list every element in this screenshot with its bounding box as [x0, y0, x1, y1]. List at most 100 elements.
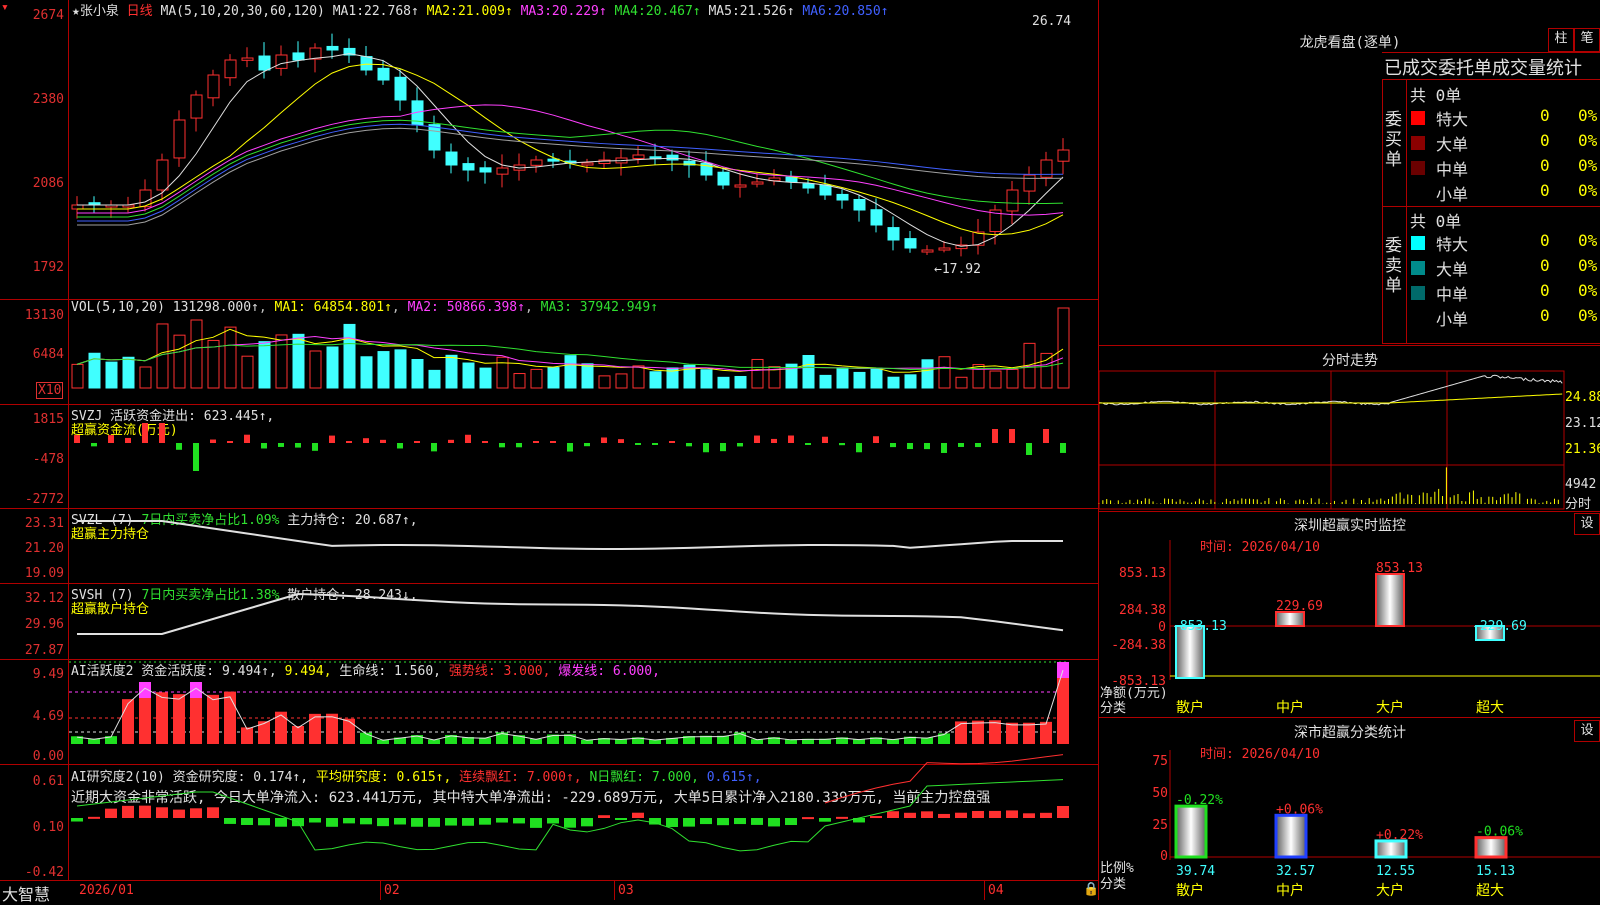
research-bar	[887, 811, 899, 818]
buy-row-pct: 0%	[1578, 106, 1598, 125]
sell-row-name: 特大	[1436, 235, 1469, 254]
ratio-bar-chart[interactable]: -0.22% 39.74 散户 +0.06% 32.57 中户 +0.22% 12.55 大户 -…	[1169, 750, 1600, 900]
ai-research-chart[interactable]	[69, 754, 1098, 880]
volume-bar	[717, 376, 730, 389]
y-tick: 24.88	[1565, 390, 1600, 405]
volume-bar	[938, 356, 951, 389]
research-bar	[598, 815, 610, 818]
fund-flow-chart[interactable]	[69, 405, 1098, 508]
volume-bar	[564, 355, 577, 389]
research-bar	[666, 818, 678, 827]
research-bar	[241, 818, 253, 825]
y-tick: 1815	[32, 412, 64, 427]
net-amount-bar-chart[interactable]: -853.13 散户 229.69 中户 853.13 大户 -229.69 超大	[1169, 540, 1600, 720]
research-bar	[1040, 812, 1052, 818]
research-bar	[377, 818, 389, 827]
research-bar	[88, 816, 100, 819]
candle-body	[394, 76, 407, 101]
ratio-bar	[1174, 804, 1208, 859]
research-bar	[632, 812, 644, 818]
candle-body	[938, 247, 951, 251]
candle-body	[904, 238, 917, 249]
sell-swatch	[1411, 261, 1425, 275]
flow-bar	[380, 439, 386, 443]
x-tick-month: 02	[384, 883, 400, 898]
stat-settings-button[interactable]: 设	[1574, 720, 1600, 742]
volume-bar	[581, 363, 594, 389]
category-label: 大户	[1376, 882, 1404, 899]
volume-bar	[343, 323, 356, 389]
ratio-bar	[1474, 836, 1508, 859]
ratio-label: 32.57	[1276, 864, 1315, 879]
intraday-chart[interactable]	[1098, 370, 1565, 510]
research-bar	[921, 811, 933, 818]
volume-bar	[241, 355, 254, 389]
y-tick: 284.38	[1119, 603, 1166, 618]
burst-cap	[190, 682, 202, 698]
flow-bar	[958, 443, 964, 447]
tab-filled[interactable]: 已成交	[1384, 58, 1438, 79]
candle-body	[479, 167, 492, 173]
y-tick: -2772	[24, 492, 64, 507]
volume-chart[interactable]	[69, 300, 1098, 404]
volume-bar	[751, 358, 764, 389]
flow-bar	[295, 443, 301, 448]
volume-bar	[462, 362, 475, 389]
research-bar	[972, 810, 984, 818]
research-bar	[105, 808, 117, 818]
research-bar	[173, 809, 185, 818]
ai-activity-chart[interactable]	[69, 660, 1098, 764]
volume-bar	[292, 333, 305, 389]
volume-bar	[734, 375, 747, 389]
research-bar	[1006, 810, 1018, 818]
research-bar	[71, 818, 83, 822]
research-bar	[496, 818, 508, 823]
buy-row-name: 特大	[1436, 110, 1469, 129]
intraday-title: 分时走势	[1322, 353, 1378, 369]
volume-bar	[428, 369, 441, 389]
category-label: 中户	[1276, 699, 1304, 716]
volume-bar	[105, 361, 118, 389]
buy-row-name: 小单	[1436, 185, 1469, 204]
y-tick: -478	[32, 452, 64, 467]
sell-row-value: 0	[1540, 231, 1550, 250]
research-bar	[428, 818, 440, 827]
bar-label: -229.69	[1472, 619, 1527, 634]
flow-bar	[720, 443, 726, 452]
activity-bar	[241, 727, 253, 744]
research-bar	[530, 818, 542, 828]
ratio-bar	[1374, 839, 1408, 859]
research-bar	[802, 817, 814, 820]
candle-body	[666, 154, 679, 161]
flow-bar	[125, 437, 131, 443]
flow-bar	[261, 443, 267, 449]
lock-icon[interactable]: 🔒	[1083, 882, 1099, 897]
flow-bar	[601, 437, 607, 443]
research-bar	[258, 818, 270, 826]
volume-bar	[955, 376, 968, 389]
flow-bar	[907, 443, 913, 450]
flow-bar	[822, 436, 828, 443]
sell-row-value: 0	[1540, 306, 1550, 325]
flow-bar	[1043, 429, 1049, 443]
buy-swatch	[1411, 111, 1425, 125]
volume-bar	[615, 373, 628, 389]
flow-bar	[754, 435, 760, 443]
main-holding-chart[interactable]	[69, 509, 1098, 583]
ma-line	[77, 123, 1064, 222]
tick-mode-button[interactable]: 笔	[1574, 28, 1600, 52]
sell-row-name: 中单	[1436, 285, 1469, 304]
flow-bar	[431, 443, 437, 452]
flow-bar	[941, 443, 947, 453]
category-label: 散户	[1176, 882, 1204, 899]
volume-bar	[224, 326, 237, 389]
volume-bar	[1006, 368, 1019, 389]
tab-orders[interactable]: 委托单	[1438, 58, 1492, 79]
retail-holding-chart[interactable]	[69, 584, 1098, 659]
flow-bar	[312, 443, 318, 451]
monitor-settings-button[interactable]: 设	[1574, 513, 1600, 535]
bar-mode-button[interactable]: 柱	[1548, 28, 1574, 52]
tab-volume-stats[interactable]: 成交量统计	[1492, 58, 1582, 79]
candle-body	[207, 74, 220, 99]
candlestick-chart[interactable]	[69, 0, 1098, 299]
